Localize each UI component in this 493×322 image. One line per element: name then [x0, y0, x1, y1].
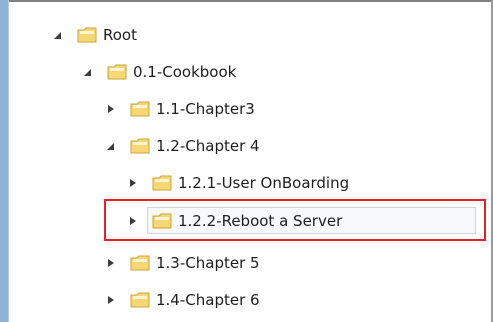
folder-icon	[107, 64, 127, 80]
collapsed-triangle-icon[interactable]	[128, 216, 138, 226]
folder-icon	[152, 175, 172, 191]
expanded-triangle-icon[interactable]	[83, 67, 93, 77]
tree-node-label: 1.1-Chapter3	[156, 100, 255, 118]
collapsed-triangle-icon[interactable]	[106, 104, 116, 114]
folder-icon	[130, 292, 150, 308]
expanded-triangle-icon[interactable]	[106, 141, 116, 151]
tree-node-label: 0.1-Cookbook	[133, 63, 237, 81]
tree-node-chapter3[interactable]: 1.1-Chapter3	[106, 94, 255, 124]
tree-node-cookbook[interactable]: 0.1-Cookbook	[83, 57, 236, 87]
expanded-triangle-icon[interactable]	[53, 30, 63, 40]
tree-view-window: Root 0.1-Cookbook 1.1-Chapter3 1.2-Chapt…	[0, 0, 493, 322]
tree-view: Root 0.1-Cookbook 1.1-Chapter3 1.2-Chapt…	[10, 0, 490, 322]
tree-node-label: 1.3-Chapter 5	[156, 254, 260, 272]
folder-icon	[130, 255, 150, 271]
tree-node-reboot-server[interactable]: 1.2.2-Reboot a Server	[128, 206, 342, 236]
collapsed-triangle-icon[interactable]	[106, 258, 116, 268]
tree-node-label: 1.2.1-User OnBoarding	[178, 174, 350, 192]
tree-node-label: Root	[103, 26, 137, 44]
tree-node-chapter4[interactable]: 1.2-Chapter 4	[106, 131, 260, 161]
collapsed-triangle-icon[interactable]	[128, 178, 138, 188]
tree-node-chapter5[interactable]: 1.3-Chapter 5	[106, 248, 260, 278]
tree-node-user-onboarding[interactable]: 1.2.1-User OnBoarding	[128, 168, 349, 198]
tree-node-label: 1.2.2-Reboot a Server	[178, 212, 343, 230]
tree-node-root[interactable]: Root	[53, 20, 137, 50]
folder-icon	[130, 101, 150, 117]
folder-icon	[77, 27, 97, 43]
folder-icon	[130, 138, 150, 154]
collapsed-triangle-icon[interactable]	[106, 295, 116, 305]
left-pane-edge	[0, 0, 9, 322]
tree-node-label: 1.2-Chapter 4	[156, 137, 260, 155]
tree-node-chapter6[interactable]: 1.4-Chapter 6	[106, 285, 260, 315]
tree-node-label: 1.4-Chapter 6	[156, 291, 260, 309]
folder-icon	[152, 213, 172, 229]
